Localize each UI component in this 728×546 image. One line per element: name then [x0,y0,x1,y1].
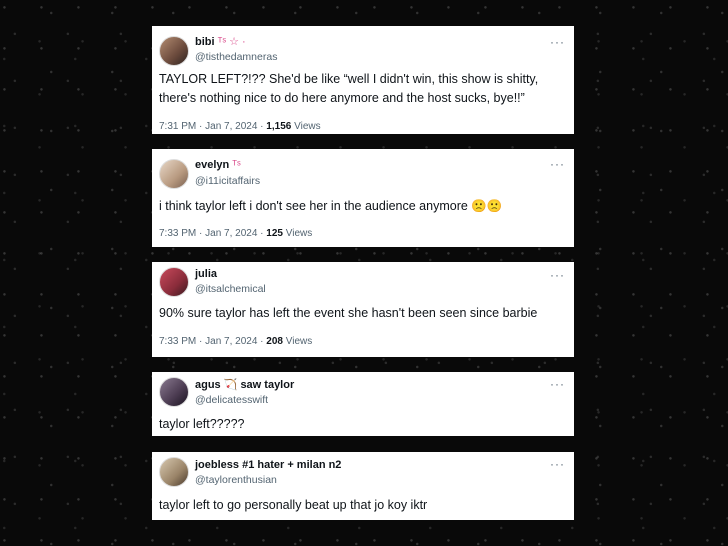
name-badge: ᵀˢ ☆ · [217,36,246,48]
name-badge: 🏹 saw taylor [223,379,295,391]
display-name-text[interactable]: evelyn [195,159,229,171]
display-name[interactable]: bibi ᵀˢ ☆ · [195,35,246,48]
name-badge: ᵀˢ [232,159,241,171]
user-handle[interactable]: @itsalchemical [195,283,266,295]
avatar[interactable] [159,36,189,66]
tweet-text: 90% sure taylor has left the event she h… [159,306,538,320]
views-label: Views [294,121,321,132]
tweet-meta: 7:31 PM · Jan 7, 2024 · 1,156 Views [159,121,321,132]
tweet-text: TAYLOR LEFT?!?? She'd be like “well I di… [159,72,539,105]
view-count: 208 [266,336,283,347]
display-name-text[interactable]: joebless #1 hater + milan n2 [195,459,341,471]
timestamp[interactable]: 7:31 PM · Jan 7, 2024 · [159,121,264,132]
view-count: 1,156 [266,121,292,132]
views-label: Views [285,336,313,347]
view-count: 125 [266,228,283,239]
display-name[interactable]: agus 🏹 saw taylor [195,378,294,391]
tweet-card-2[interactable]: evelyn ᵀˢ @i11icitaffairs ··· i think tay… [152,149,574,247]
tweet-card-4[interactable]: agus 🏹 saw taylor @delicatesswift ··· tay… [152,372,574,436]
tweet-meta: 7:33 PM · Jan 7, 2024 · 208 Views [159,336,312,347]
display-name-text[interactable]: agus [195,379,221,391]
timestamp[interactable]: 7:33 PM · Jan 7, 2024 · [159,336,264,347]
display-name[interactable]: evelyn ᵀˢ [195,159,241,171]
tweet-meta: 7:33 PM · Jan 7, 2024 · 125 Views [159,228,312,239]
more-options-icon[interactable]: ··· [550,269,565,281]
avatar[interactable] [159,377,189,407]
tweet-text: i think taylor left i don't see her in t… [159,199,503,213]
avatar[interactable] [159,457,189,487]
tweet-card-3[interactable]: julia @itsalchemical ··· 90% sure taylor… [152,262,574,357]
more-options-icon[interactable]: ··· [550,36,565,48]
tweet-text: taylor left to go personally beat up tha… [159,498,428,512]
views-label: Views [285,228,313,239]
avatar[interactable] [159,159,189,189]
avatar[interactable] [159,267,189,297]
more-options-icon[interactable]: ··· [550,378,565,390]
tweet-text: taylor left????? [159,417,245,431]
tweet-card-5[interactable]: joebless #1 hater + milan n2 @taylorenth… [152,452,574,520]
display-name[interactable]: julia [195,268,220,280]
user-handle[interactable]: @tisthedamneras [195,51,277,63]
display-name-text[interactable]: bibi [195,36,215,48]
timestamp[interactable]: 7:33 PM · Jan 7, 2024 · [159,228,264,239]
user-handle[interactable]: @i11icitaffairs [195,175,260,187]
user-handle[interactable]: @taylorenthusian [195,474,277,486]
more-options-icon[interactable]: ··· [550,158,565,170]
user-handle[interactable]: @delicatesswift [195,394,268,406]
tweet-card-1[interactable]: bibi ᵀˢ ☆ · @tisthedamneras ··· TAYLOR LE… [152,26,574,134]
more-options-icon[interactable]: ··· [550,458,565,470]
display-name[interactable]: joebless #1 hater + milan n2 [195,459,344,471]
display-name-text[interactable]: julia [195,268,217,280]
